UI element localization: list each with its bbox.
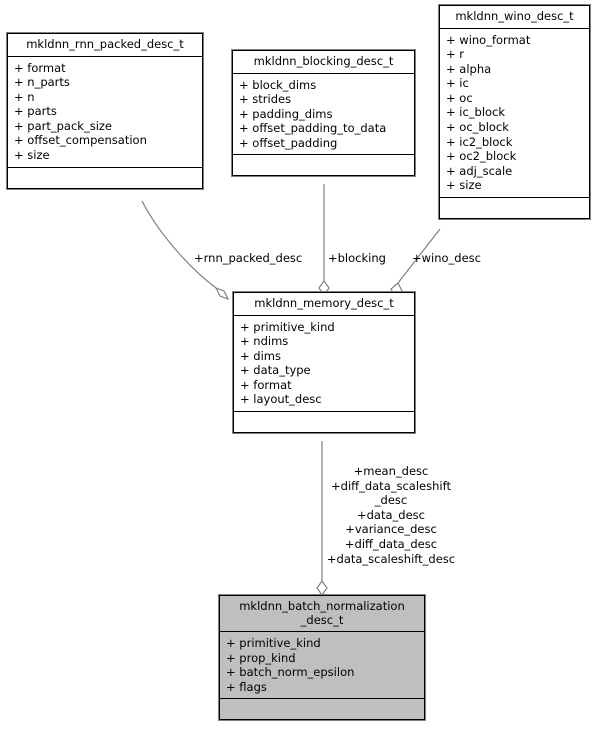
attribute-row: + ic (446, 76, 469, 91)
class-box-mkldnn-batch-normalization-desc-t[interactable]: mkldnn_batch_normalization _desc_t + pri… (218, 593, 426, 722)
class-box-mkldnn-blocking-desc-t[interactable]: mkldnn_blocking_desc_t + block_dims + st… (231, 48, 416, 178)
attribute-row: + wino_format (446, 32, 531, 47)
edge-label-wino-desc: +wino_desc (412, 251, 481, 265)
attribute-row: + offset_padding (239, 135, 338, 150)
attribute-row: + n (14, 89, 35, 104)
attribute-row: + offset_padding_to_data (239, 121, 387, 136)
edge-label-memory-batchnorm: +mean_desc +diff_data_scaleshift _desc +… (326, 464, 456, 566)
attribute-row: + ndims (240, 334, 289, 349)
uml-class-diagram: mkldnn_rnn_packed_desc_t + format + n_pa… (0, 0, 599, 735)
class-attributes-memory: + primitive_kind + ndims + dims + data_t… (234, 316, 414, 413)
attribute-row: + flags (226, 679, 267, 694)
class-title-rnn-packed: mkldnn_rnn_packed_desc_t (8, 34, 202, 57)
class-methods-blocking (233, 155, 414, 175)
attribute-row: + primitive_kind (226, 636, 321, 650)
class-methods-memory (234, 412, 414, 432)
attribute-row: + format (14, 60, 66, 75)
attribute-row: + alpha (446, 61, 492, 76)
attribute-row: + layout_desc (240, 392, 322, 407)
class-attributes-batchnorm: + primitive_kind + prop_kind + batch_nor… (220, 632, 424, 700)
edge-label-blocking: +blocking (328, 251, 386, 265)
attribute-row: + ic_block (446, 105, 506, 120)
attribute-row: + prop_kind (226, 650, 296, 665)
open-diamond-marker (316, 579, 328, 597)
attribute-row: + dims (240, 348, 281, 363)
attribute-row: + format (240, 377, 292, 392)
attribute-row: + oc2_block (446, 149, 517, 164)
class-attributes-blocking: + block_dims + strides + padding_dims + … (233, 74, 414, 156)
class-title-memory: mkldnn_memory_desc_t (234, 293, 414, 316)
class-box-mkldnn-memory-desc-t[interactable]: mkldnn_memory_desc_t + primitive_kind + … (232, 290, 416, 435)
attribute-row: + block_dims (239, 77, 317, 92)
class-methods-wino (440, 198, 589, 218)
class-methods-batchnorm (220, 699, 424, 719)
class-box-mkldnn-rnn-packed-desc-t[interactable]: mkldnn_rnn_packed_desc_t + format + n_pa… (6, 32, 204, 190)
class-title-blocking: mkldnn_blocking_desc_t (233, 51, 414, 74)
attribute-row: + primitive_kind (240, 319, 335, 334)
attribute-row: + part_pack_size (14, 118, 113, 133)
attribute-row: + batch_norm_epsilon (226, 665, 355, 680)
attribute-row: + size (446, 178, 482, 193)
attribute-row: + strides (239, 92, 292, 107)
attribute-row: + adj_scale (446, 163, 513, 178)
attribute-row: + n_parts (14, 75, 70, 90)
attribute-row: + oc (446, 90, 473, 105)
attribute-row: + ic2_block (446, 134, 513, 149)
attribute-row: + r (446, 47, 465, 62)
class-title-batchnorm: mkldnn_batch_normalization _desc_t (220, 596, 424, 632)
edge-blocking (318, 184, 330, 297)
attribute-row: + oc_block (446, 120, 509, 135)
attribute-row: + offset_compensation (14, 133, 147, 148)
class-methods-rnn-packed (8, 168, 202, 188)
edge-label-rnn-packed-desc: +rnn_packed_desc (194, 251, 303, 265)
edge-rnn-packed (141, 200, 230, 301)
class-title-wino: mkldnn_wino_desc_t (440, 6, 589, 29)
attribute-row: + parts (14, 104, 57, 119)
class-attributes-rnn-packed: + format + n_parts + n + parts + part_pa… (8, 57, 202, 168)
attribute-row: + size (14, 148, 50, 163)
class-box-mkldnn-wino-desc-t[interactable]: mkldnn_wino_desc_t + wino_format + r + a… (438, 3, 591, 221)
attribute-row: + padding_dims (239, 106, 333, 121)
open-diamond-marker (214, 286, 230, 301)
class-attributes-wino: + wino_format + r + alpha + ic + oc + ic… (440, 29, 589, 199)
attribute-row: + data_type (240, 363, 311, 378)
